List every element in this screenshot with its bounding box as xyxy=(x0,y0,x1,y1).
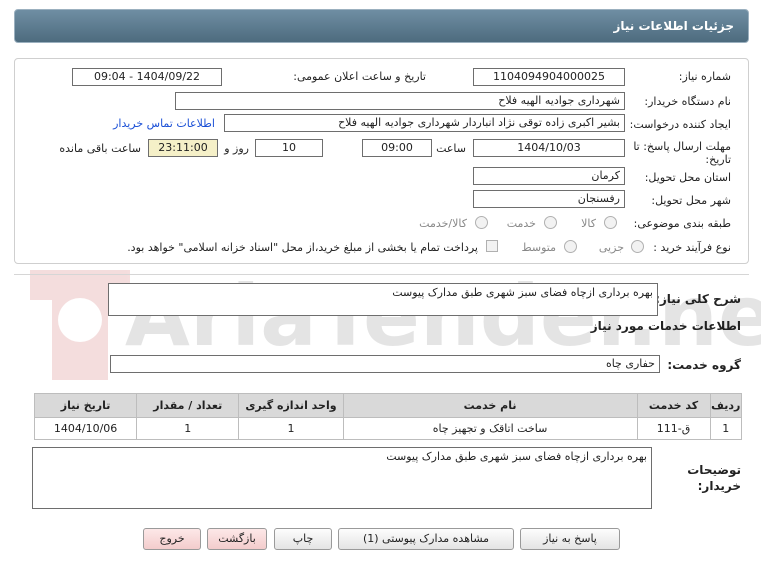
days-field: 10 xyxy=(255,139,323,157)
col-unit: واحد اندازه گیری xyxy=(238,393,344,418)
category-radio-goods-service[interactable] xyxy=(475,216,488,229)
process-radio-minor[interactable] xyxy=(631,240,644,253)
reply-button[interactable]: پاسخ به نیاز xyxy=(520,528,620,550)
header-panel: جزئیات اطلاعات نیاز xyxy=(14,9,749,43)
col-index: ردیف xyxy=(709,393,742,418)
process-option-medium: متوسط xyxy=(521,241,556,254)
row-code: ق-111 xyxy=(636,417,711,440)
deadline-label: مهلت ارسال پاسخ: تا xyxy=(633,140,731,153)
category-radio-goods[interactable] xyxy=(604,216,617,229)
buyer-notes-label-2: خریدار: xyxy=(697,479,741,493)
creator-label: ایجاد کننده درخواست: xyxy=(629,118,731,131)
divider xyxy=(14,274,749,275)
deadline-label-date: تاریخ: xyxy=(705,153,731,166)
buyer-notes-label: توضیحات xyxy=(687,463,741,477)
service-group-label: گروه خدمت: xyxy=(667,358,741,372)
row-date: 1404/10/06 xyxy=(33,417,138,440)
services-section-title: اطلاعات خدمات مورد نیاز xyxy=(590,319,741,333)
deadline-time-label: ساعت xyxy=(436,142,466,155)
table-header-row: ردیف کد خدمت نام خدمت واحد اندازه گیری ت… xyxy=(33,393,742,418)
col-qty: تعداد / مقدار xyxy=(136,393,240,418)
category-label: طبقه بندی موضوعی: xyxy=(633,217,731,230)
service-group-field: حفاری چاه xyxy=(110,355,660,373)
days-label: روز و xyxy=(224,142,249,155)
province-label: استان محل تحویل: xyxy=(644,171,731,184)
col-date: تاریخ نیاز xyxy=(33,393,138,418)
remaining-label: ساعت باقی مانده xyxy=(59,142,141,155)
process-label: نوع فرآیند خرید : xyxy=(653,241,731,254)
back-button[interactable]: بازگشت xyxy=(207,528,267,550)
col-name: نام خدمت xyxy=(342,393,638,418)
process-radio-medium[interactable] xyxy=(564,240,577,253)
page-title: جزئیات اطلاعات نیاز xyxy=(613,19,734,33)
deadline-date-field: 1404/10/03 xyxy=(473,139,625,157)
category-radio-service[interactable] xyxy=(544,216,557,229)
province-field: کرمان xyxy=(473,167,625,185)
row-qty: 1 xyxy=(136,417,240,440)
services-table: ردیف کد خدمت نام خدمت واحد اندازه گیری ت… xyxy=(33,393,742,440)
treasury-payment-checkbox[interactable] xyxy=(486,240,498,252)
description-label: شرح کلی نیاز: xyxy=(655,292,741,306)
table-row: 1 ق-111 ساخت اتاقک و تجهیز چاه 1 1 1404/… xyxy=(33,417,742,440)
need-number-label: شماره نیاز: xyxy=(678,70,731,83)
buyer-org-label: نام دستگاه خریدار: xyxy=(644,95,731,108)
need-number-field: 1104094904000025 xyxy=(473,68,625,86)
announce-label: تاریخ و ساعت اعلان عمومی: xyxy=(293,70,426,83)
contact-buyer-link[interactable]: اطلاعات تماس خریدار xyxy=(113,117,215,130)
announce-field: 1404/09/22 - 09:04 xyxy=(72,68,222,86)
print-button[interactable]: چاپ xyxy=(274,528,332,550)
attachments-button[interactable]: مشاهده مدارک پیوستی (1) xyxy=(338,528,514,550)
exit-button[interactable]: خروج xyxy=(143,528,201,550)
remaining-time-field: 23:11:00 xyxy=(148,139,218,157)
col-code: کد خدمت xyxy=(636,393,711,418)
process-option-minor: جزیی xyxy=(598,241,624,254)
city-label: شهر محل تحویل: xyxy=(651,194,731,207)
buyer-notes-field: بهره برداری ازچاه فضای سبز شهری طبق مدار… xyxy=(32,447,652,509)
deadline-time-field: 09:00 xyxy=(362,139,432,157)
row-index: 1 xyxy=(709,417,742,440)
city-field: رفسنجان xyxy=(473,190,625,208)
description-field: بهره برداری ازچاه فضای سبز شهری طبق مدار… xyxy=(108,283,658,316)
category-option-goods: کالا xyxy=(581,217,596,230)
treasury-payment-note: پرداخت تمام یا بخشی از مبلغ خرید،از محل … xyxy=(127,241,478,254)
details-panel xyxy=(14,58,749,264)
category-option-service: خدمت xyxy=(506,217,536,230)
creator-field: بشیر اکبری زاده توقی نژاد انباردار شهردا… xyxy=(224,114,625,132)
category-option-goods-service: کالا/خدمت xyxy=(419,217,467,230)
buyer-org-field: شهرداری جوادیه الهیه فلاح xyxy=(175,92,625,110)
row-name: ساخت اتاقک و تجهیز چاه xyxy=(342,417,638,440)
row-unit: 1 xyxy=(238,417,344,440)
watermark-text: AriaTender.net xyxy=(125,267,761,365)
